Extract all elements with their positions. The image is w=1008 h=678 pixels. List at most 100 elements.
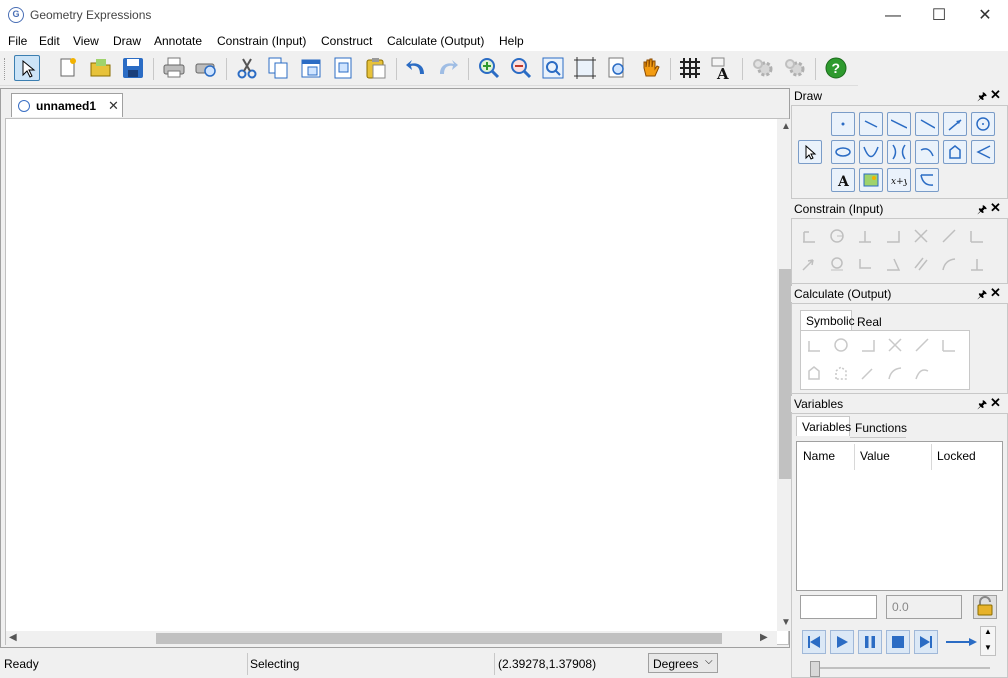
draw-arc-button[interactable]	[915, 140, 939, 164]
draw-hyperbola-button[interactable]	[887, 140, 911, 164]
animation-slider-track[interactable]	[810, 667, 990, 669]
zoom-window-button[interactable]	[540, 55, 566, 81]
rewind-button[interactable]	[802, 630, 826, 654]
undo-button[interactable]	[403, 55, 429, 81]
spin-up-icon[interactable]: ▲	[984, 627, 992, 636]
draw-point-button[interactable]	[831, 112, 855, 136]
constrain-equation-button[interactable]	[826, 253, 850, 277]
constrain-radius-button[interactable]	[826, 225, 850, 249]
zoom-out-button[interactable]	[508, 55, 534, 81]
menu-calculate[interactable]: Calculate (Output)	[387, 34, 484, 48]
draw-select-button[interactable]	[798, 140, 822, 164]
save-button[interactable]	[120, 55, 146, 81]
constrain-direction-button[interactable]	[910, 225, 934, 249]
column-name[interactable]: Name	[803, 449, 835, 463]
print-button[interactable]	[161, 55, 187, 81]
draw-text-button[interactable]: A	[831, 168, 855, 192]
drawing-canvas[interactable]: ▲ ▼ ◀ ▶	[5, 118, 794, 645]
calc-parametric-button[interactable]	[911, 362, 935, 386]
play-button[interactable]	[830, 630, 854, 654]
paste-special-button[interactable]	[298, 55, 324, 81]
maximize-button[interactable]: ☐	[916, 0, 962, 31]
menu-file[interactable]: File	[8, 34, 27, 48]
zoom-fit-button[interactable]	[572, 55, 598, 81]
toolbar-grip[interactable]	[4, 58, 7, 80]
direction-button[interactable]	[944, 634, 978, 650]
scroll-down-icon[interactable]: ▼	[781, 617, 791, 628]
close-icon[interactable]: ✕	[990, 87, 1001, 103]
menu-edit[interactable]: Edit	[39, 34, 60, 48]
menu-help[interactable]: Help	[499, 34, 524, 48]
calc-angle-button[interactable]	[884, 334, 908, 358]
tab-symbolic[interactable]: Symbolic	[800, 310, 855, 330]
variable-value-input[interactable]: 0.0	[886, 595, 962, 619]
menu-construct[interactable]: Construct	[321, 34, 372, 48]
pan-button[interactable]	[637, 55, 663, 81]
draw-segment-button[interactable]	[859, 112, 883, 136]
constrain-parallel-button[interactable]	[910, 253, 934, 277]
calc-distance-button[interactable]	[857, 334, 881, 358]
draw-picture-button[interactable]	[859, 168, 883, 192]
draw-polygon-button[interactable]	[943, 140, 967, 164]
scroll-right-icon[interactable]: ▶	[760, 632, 768, 643]
constrain-vector-button[interactable]	[798, 253, 822, 277]
horizontal-scroll-thumb[interactable]	[156, 633, 722, 644]
constrain-length-button[interactable]	[798, 225, 822, 249]
draw-angle-button[interactable]	[971, 140, 995, 164]
variable-name-input[interactable]	[800, 595, 877, 619]
draw-vector-button[interactable]	[943, 112, 967, 136]
document-tab-close-button[interactable]: ✕	[108, 98, 119, 114]
close-icon[interactable]: ✕	[990, 395, 1001, 411]
paste-button[interactable]	[363, 55, 389, 81]
draw-line-button[interactable]	[887, 112, 911, 136]
zoom-in-button[interactable]	[476, 55, 502, 81]
constrain-perpendicular-button[interactable]	[966, 253, 990, 277]
open-folder-button[interactable]	[88, 55, 114, 81]
menu-view[interactable]: View	[73, 34, 99, 48]
calc-radius-button[interactable]	[830, 334, 854, 358]
constrain-incident-button[interactable]	[854, 253, 878, 277]
spin-down-icon[interactable]: ▼	[984, 643, 992, 652]
help-button[interactable]: ?	[823, 55, 849, 81]
close-icon[interactable]: ✕	[990, 200, 1001, 216]
column-value[interactable]: Value	[860, 449, 890, 463]
grid-button[interactable]	[677, 55, 703, 81]
stop-button[interactable]	[886, 630, 910, 654]
constrain-slope-button[interactable]	[938, 225, 962, 249]
draw-circle-button[interactable]	[971, 112, 995, 136]
column-locked[interactable]: Locked	[937, 449, 976, 463]
calc-area-button[interactable]	[803, 362, 827, 386]
print-preview-button[interactable]	[193, 55, 219, 81]
tab-functions[interactable]: Functions	[850, 418, 907, 438]
zoom-page-button[interactable]	[604, 55, 630, 81]
speed-spinner[interactable]: ▲ ▼	[980, 626, 996, 656]
animation-slider-thumb[interactable]	[810, 661, 820, 677]
calc-length-button[interactable]	[803, 334, 827, 358]
angle-unit-select[interactable]: Degrees ⌵	[648, 653, 718, 673]
document-tab[interactable]: unnamed1 ✕	[11, 93, 123, 117]
draw-curve-button[interactable]	[915, 168, 939, 192]
calc-slope-button[interactable]	[911, 334, 935, 358]
cut-button[interactable]	[234, 55, 260, 81]
calc-equation-button[interactable]	[884, 362, 908, 386]
menu-draw[interactable]: Draw	[113, 34, 141, 48]
close-button[interactable]: ✕	[962, 0, 1008, 31]
skip-end-button[interactable]	[914, 630, 938, 654]
constrain-congruent-button[interactable]	[882, 253, 906, 277]
gear-2-button-disabled[interactable]	[782, 55, 808, 81]
draw-parabola-button[interactable]	[859, 140, 883, 164]
horizontal-scrollbar[interactable]: ◀ ▶	[6, 631, 777, 645]
new-file-button[interactable]	[55, 55, 81, 81]
scroll-up-icon[interactable]: ▲	[781, 121, 791, 132]
menu-constrain[interactable]: Constrain (Input)	[217, 34, 306, 48]
draw-ray-button[interactable]	[915, 112, 939, 136]
calc-vector-button[interactable]	[857, 362, 881, 386]
scroll-left-icon[interactable]: ◀	[9, 632, 17, 643]
close-icon[interactable]: ✕	[990, 285, 1001, 301]
menu-annotate[interactable]: Annotate	[154, 34, 202, 48]
minimize-button[interactable]: —	[870, 0, 916, 31]
draw-ellipse-button[interactable]	[831, 140, 855, 164]
redo-button[interactable]	[435, 55, 461, 81]
copy-button[interactable]	[265, 55, 291, 81]
tab-real[interactable]: Real	[852, 312, 892, 332]
